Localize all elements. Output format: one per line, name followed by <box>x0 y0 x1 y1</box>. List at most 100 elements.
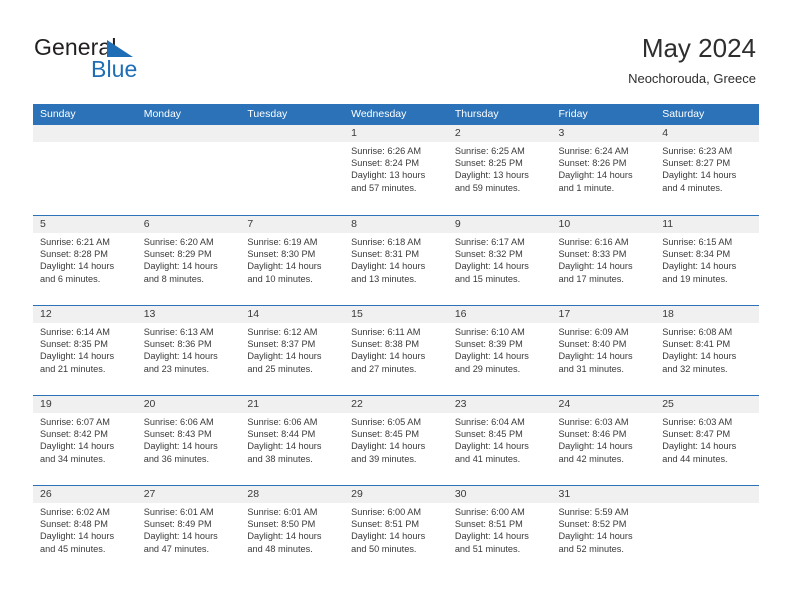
day-cell[interactable]: 15 Sunrise: 6:11 AM Sunset: 8:38 PM Dayligh… <box>344 306 448 395</box>
day-cell[interactable]: 22 Sunrise: 6:05 AM Sunset: 8:45 PM Dayligh… <box>344 396 448 485</box>
sunset-text: Sunset: 8:33 PM <box>558 249 627 260</box>
day-number: 5 <box>33 216 137 233</box>
day-cell[interactable]: 16 Sunrise: 6:10 AM Sunset: 8:39 PM Dayligh… <box>447 306 552 395</box>
day-cell[interactable]: 26 Sunrise: 6:02 AM Sunset: 8:48 PM Dayligh… <box>33 486 137 575</box>
day-number: 28 <box>240 486 345 503</box>
brand-name-blue: Blue <box>91 56 138 82</box>
day-details: Sunrise: 6:19 AM Sunset: 8:30 PM Daylight:… <box>240 233 344 285</box>
day-details: Sunrise: 6:01 AM Sunset: 8:50 PM Daylight:… <box>240 503 344 555</box>
day-cell[interactable]: 17 Sunrise: 6:09 AM Sunset: 8:40 PM Dayligh… <box>551 306 656 395</box>
sunrise-text: Sunrise: 6:09 AM <box>558 327 629 337</box>
day-cell-empty <box>136 125 241 215</box>
page-header: General Blue May 2024 Neochorouda, Greec… <box>0 0 792 104</box>
day-cell[interactable]: 4 Sunrise: 6:23 AM Sunset: 8:27 PM Daylight… <box>655 125 759 215</box>
day-details: Sunrise: 6:03 AM Sunset: 8:47 PM Daylight:… <box>655 413 759 465</box>
day-number <box>33 125 137 142</box>
calendar-grid: Sunday Monday Tuesday Wednesday Thursday… <box>33 104 759 575</box>
day-details: Sunrise: 6:21 AM Sunset: 8:28 PM Daylight:… <box>33 233 137 285</box>
daylight-text: Daylight: 14 hours and 23 minutes. <box>143 351 218 374</box>
day-cell-empty <box>240 125 345 215</box>
daylight-text: Daylight: 14 hours and 17 minutes. <box>558 261 633 284</box>
day-cell[interactable]: 9 Sunrise: 6:17 AM Sunset: 8:32 PM Daylight… <box>447 216 552 305</box>
day-cell[interactable]: 25 Sunrise: 6:03 AM Sunset: 8:47 PM Dayligh… <box>655 396 759 485</box>
day-cell[interactable]: 18 Sunrise: 6:08 AM Sunset: 8:41 PM Dayligh… <box>655 306 759 395</box>
day-number: 13 <box>136 306 241 323</box>
day-cell[interactable]: 3 Sunrise: 6:24 AM Sunset: 8:26 PM Daylight… <box>551 125 656 215</box>
day-number: 27 <box>136 486 241 503</box>
day-number: 17 <box>551 306 656 323</box>
day-cell[interactable]: 28 Sunrise: 6:01 AM Sunset: 8:50 PM Dayligh… <box>240 486 345 575</box>
week-row: 19 Sunrise: 6:07 AM Sunset: 8:42 PM Dayligh… <box>33 395 759 485</box>
day-cell[interactable]: 7 Sunrise: 6:19 AM Sunset: 8:30 PM Daylight… <box>240 216 345 305</box>
daylight-text: Daylight: 14 hours and 4 minutes. <box>662 170 737 193</box>
day-cell[interactable]: 20 Sunrise: 6:06 AM Sunset: 8:43 PM Dayligh… <box>136 396 241 485</box>
day-cell[interactable]: 1 Sunrise: 6:26 AM Sunset: 8:24 PM Daylight… <box>344 125 448 215</box>
day-details: Sunrise: 6:08 AM Sunset: 8:41 PM Daylight:… <box>655 323 759 375</box>
day-cell[interactable]: 6 Sunrise: 6:20 AM Sunset: 8:29 PM Daylight… <box>136 216 241 305</box>
day-number: 4 <box>655 125 759 142</box>
daylight-text: Daylight: 14 hours and 19 minutes. <box>662 261 737 284</box>
day-cell[interactable]: 14 Sunrise: 6:12 AM Sunset: 8:37 PM Dayligh… <box>240 306 345 395</box>
day-number: 31 <box>551 486 656 503</box>
sunrise-text: Sunrise: 6:26 AM <box>351 146 422 156</box>
brand-logo[interactable]: General Blue <box>34 36 254 86</box>
sunrise-text: Sunrise: 6:13 AM <box>143 327 214 337</box>
sunset-text: Sunset: 8:37 PM <box>247 339 316 350</box>
sunset-text: Sunset: 8:34 PM <box>662 249 731 260</box>
day-cell[interactable]: 23 Sunrise: 6:04 AM Sunset: 8:45 PM Dayligh… <box>447 396 552 485</box>
sunset-text: Sunset: 8:39 PM <box>454 339 523 350</box>
sunrise-text: Sunrise: 6:05 AM <box>351 417 422 427</box>
sunrise-text: Sunrise: 6:04 AM <box>454 417 525 427</box>
weekday-header-row: Sunday Monday Tuesday Wednesday Thursday… <box>33 104 759 125</box>
day-cell[interactable]: 13 Sunrise: 6:13 AM Sunset: 8:36 PM Dayligh… <box>136 306 241 395</box>
day-details: Sunrise: 6:01 AM Sunset: 8:49 PM Daylight:… <box>137 503 241 555</box>
day-details: Sunrise: 6:16 AM Sunset: 8:33 PM Daylight:… <box>552 233 656 285</box>
sunset-text: Sunset: 8:48 PM <box>40 519 108 530</box>
day-cell[interactable]: 21 Sunrise: 6:06 AM Sunset: 8:44 PM Dayligh… <box>240 396 345 485</box>
day-details: Sunrise: 6:26 AM Sunset: 8:24 PM Daylight:… <box>344 142 448 194</box>
week-row: 26 Sunrise: 6:02 AM Sunset: 8:48 PM Dayligh… <box>33 485 759 575</box>
day-details: Sunrise: 6:00 AM Sunset: 8:51 PM Daylight:… <box>448 503 552 555</box>
sunrise-text: Sunrise: 6:21 AM <box>40 237 110 247</box>
calendar-page: General Blue May 2024 Neochorouda, Greec… <box>0 0 792 612</box>
day-cell[interactable]: 31 Sunrise: 5:59 AM Sunset: 8:52 PM Dayligh… <box>551 486 656 575</box>
day-cell[interactable]: 24 Sunrise: 6:03 AM Sunset: 8:46 PM Dayligh… <box>551 396 656 485</box>
sunset-text: Sunset: 8:26 PM <box>558 158 627 169</box>
day-cell[interactable]: 8 Sunrise: 6:18 AM Sunset: 8:31 PM Daylight… <box>344 216 448 305</box>
day-details: Sunrise: 6:20 AM Sunset: 8:29 PM Daylight:… <box>137 233 241 285</box>
day-number: 2 <box>447 125 552 142</box>
sunrise-text: Sunrise: 6:23 AM <box>662 146 733 156</box>
daylight-text: Daylight: 14 hours and 52 minutes. <box>558 531 633 554</box>
day-cell[interactable]: 5 Sunrise: 6:21 AM Sunset: 8:28 PM Daylight… <box>33 216 137 305</box>
weekday-header-thursday: Thursday <box>454 108 499 120</box>
daylight-text: Daylight: 14 hours and 45 minutes. <box>40 531 115 554</box>
day-cell[interactable]: 30 Sunrise: 6:00 AM Sunset: 8:51 PM Dayligh… <box>447 486 552 575</box>
daylight-text: Daylight: 14 hours and 1 minute. <box>558 170 633 193</box>
title-block: May 2024 Neochorouda, Greece <box>628 32 756 88</box>
day-cell[interactable]: 10 Sunrise: 6:16 AM Sunset: 8:33 PM Dayligh… <box>551 216 656 305</box>
day-number: 8 <box>344 216 448 233</box>
daylight-text: Daylight: 14 hours and 50 minutes. <box>351 531 426 554</box>
day-cell[interactable]: 2 Sunrise: 6:25 AM Sunset: 8:25 PM Daylight… <box>447 125 552 215</box>
day-details: Sunrise: 5:59 AM Sunset: 8:52 PM Daylight:… <box>552 503 656 555</box>
day-cell[interactable]: 29 Sunrise: 6:00 AM Sunset: 8:51 PM Dayligh… <box>344 486 448 575</box>
sunset-text: Sunset: 8:51 PM <box>351 519 420 530</box>
sunset-text: Sunset: 8:44 PM <box>247 429 316 440</box>
daylight-text: Daylight: 14 hours and 47 minutes. <box>143 531 218 554</box>
sunset-text: Sunset: 8:35 PM <box>40 339 108 350</box>
day-cell[interactable]: 27 Sunrise: 6:01 AM Sunset: 8:49 PM Dayligh… <box>136 486 241 575</box>
day-cell[interactable]: 19 Sunrise: 6:07 AM Sunset: 8:42 PM Dayligh… <box>33 396 137 485</box>
daylight-text: Daylight: 14 hours and 42 minutes. <box>558 441 633 464</box>
week-row: 12 Sunrise: 6:14 AM Sunset: 8:35 PM Dayligh… <box>33 305 759 395</box>
sunrise-text: Sunrise: 6:03 AM <box>662 417 733 427</box>
day-cell[interactable]: 12 Sunrise: 6:14 AM Sunset: 8:35 PM Dayligh… <box>33 306 137 395</box>
sunrise-text: Sunrise: 6:17 AM <box>454 237 525 247</box>
day-details: Sunrise: 6:24 AM Sunset: 8:26 PM Daylight:… <box>552 142 656 194</box>
sunrise-text: Sunrise: 6:00 AM <box>351 507 422 517</box>
daylight-text: Daylight: 14 hours and 34 minutes. <box>40 441 115 464</box>
day-details: Sunrise: 6:00 AM Sunset: 8:51 PM Daylight:… <box>344 503 448 555</box>
daylight-text: Daylight: 13 hours and 59 minutes. <box>454 170 529 193</box>
sunset-text: Sunset: 8:29 PM <box>143 249 212 260</box>
daylight-text: Daylight: 14 hours and 32 minutes. <box>662 351 737 374</box>
day-cell[interactable]: 11 Sunrise: 6:15 AM Sunset: 8:34 PM Dayligh… <box>655 216 759 305</box>
